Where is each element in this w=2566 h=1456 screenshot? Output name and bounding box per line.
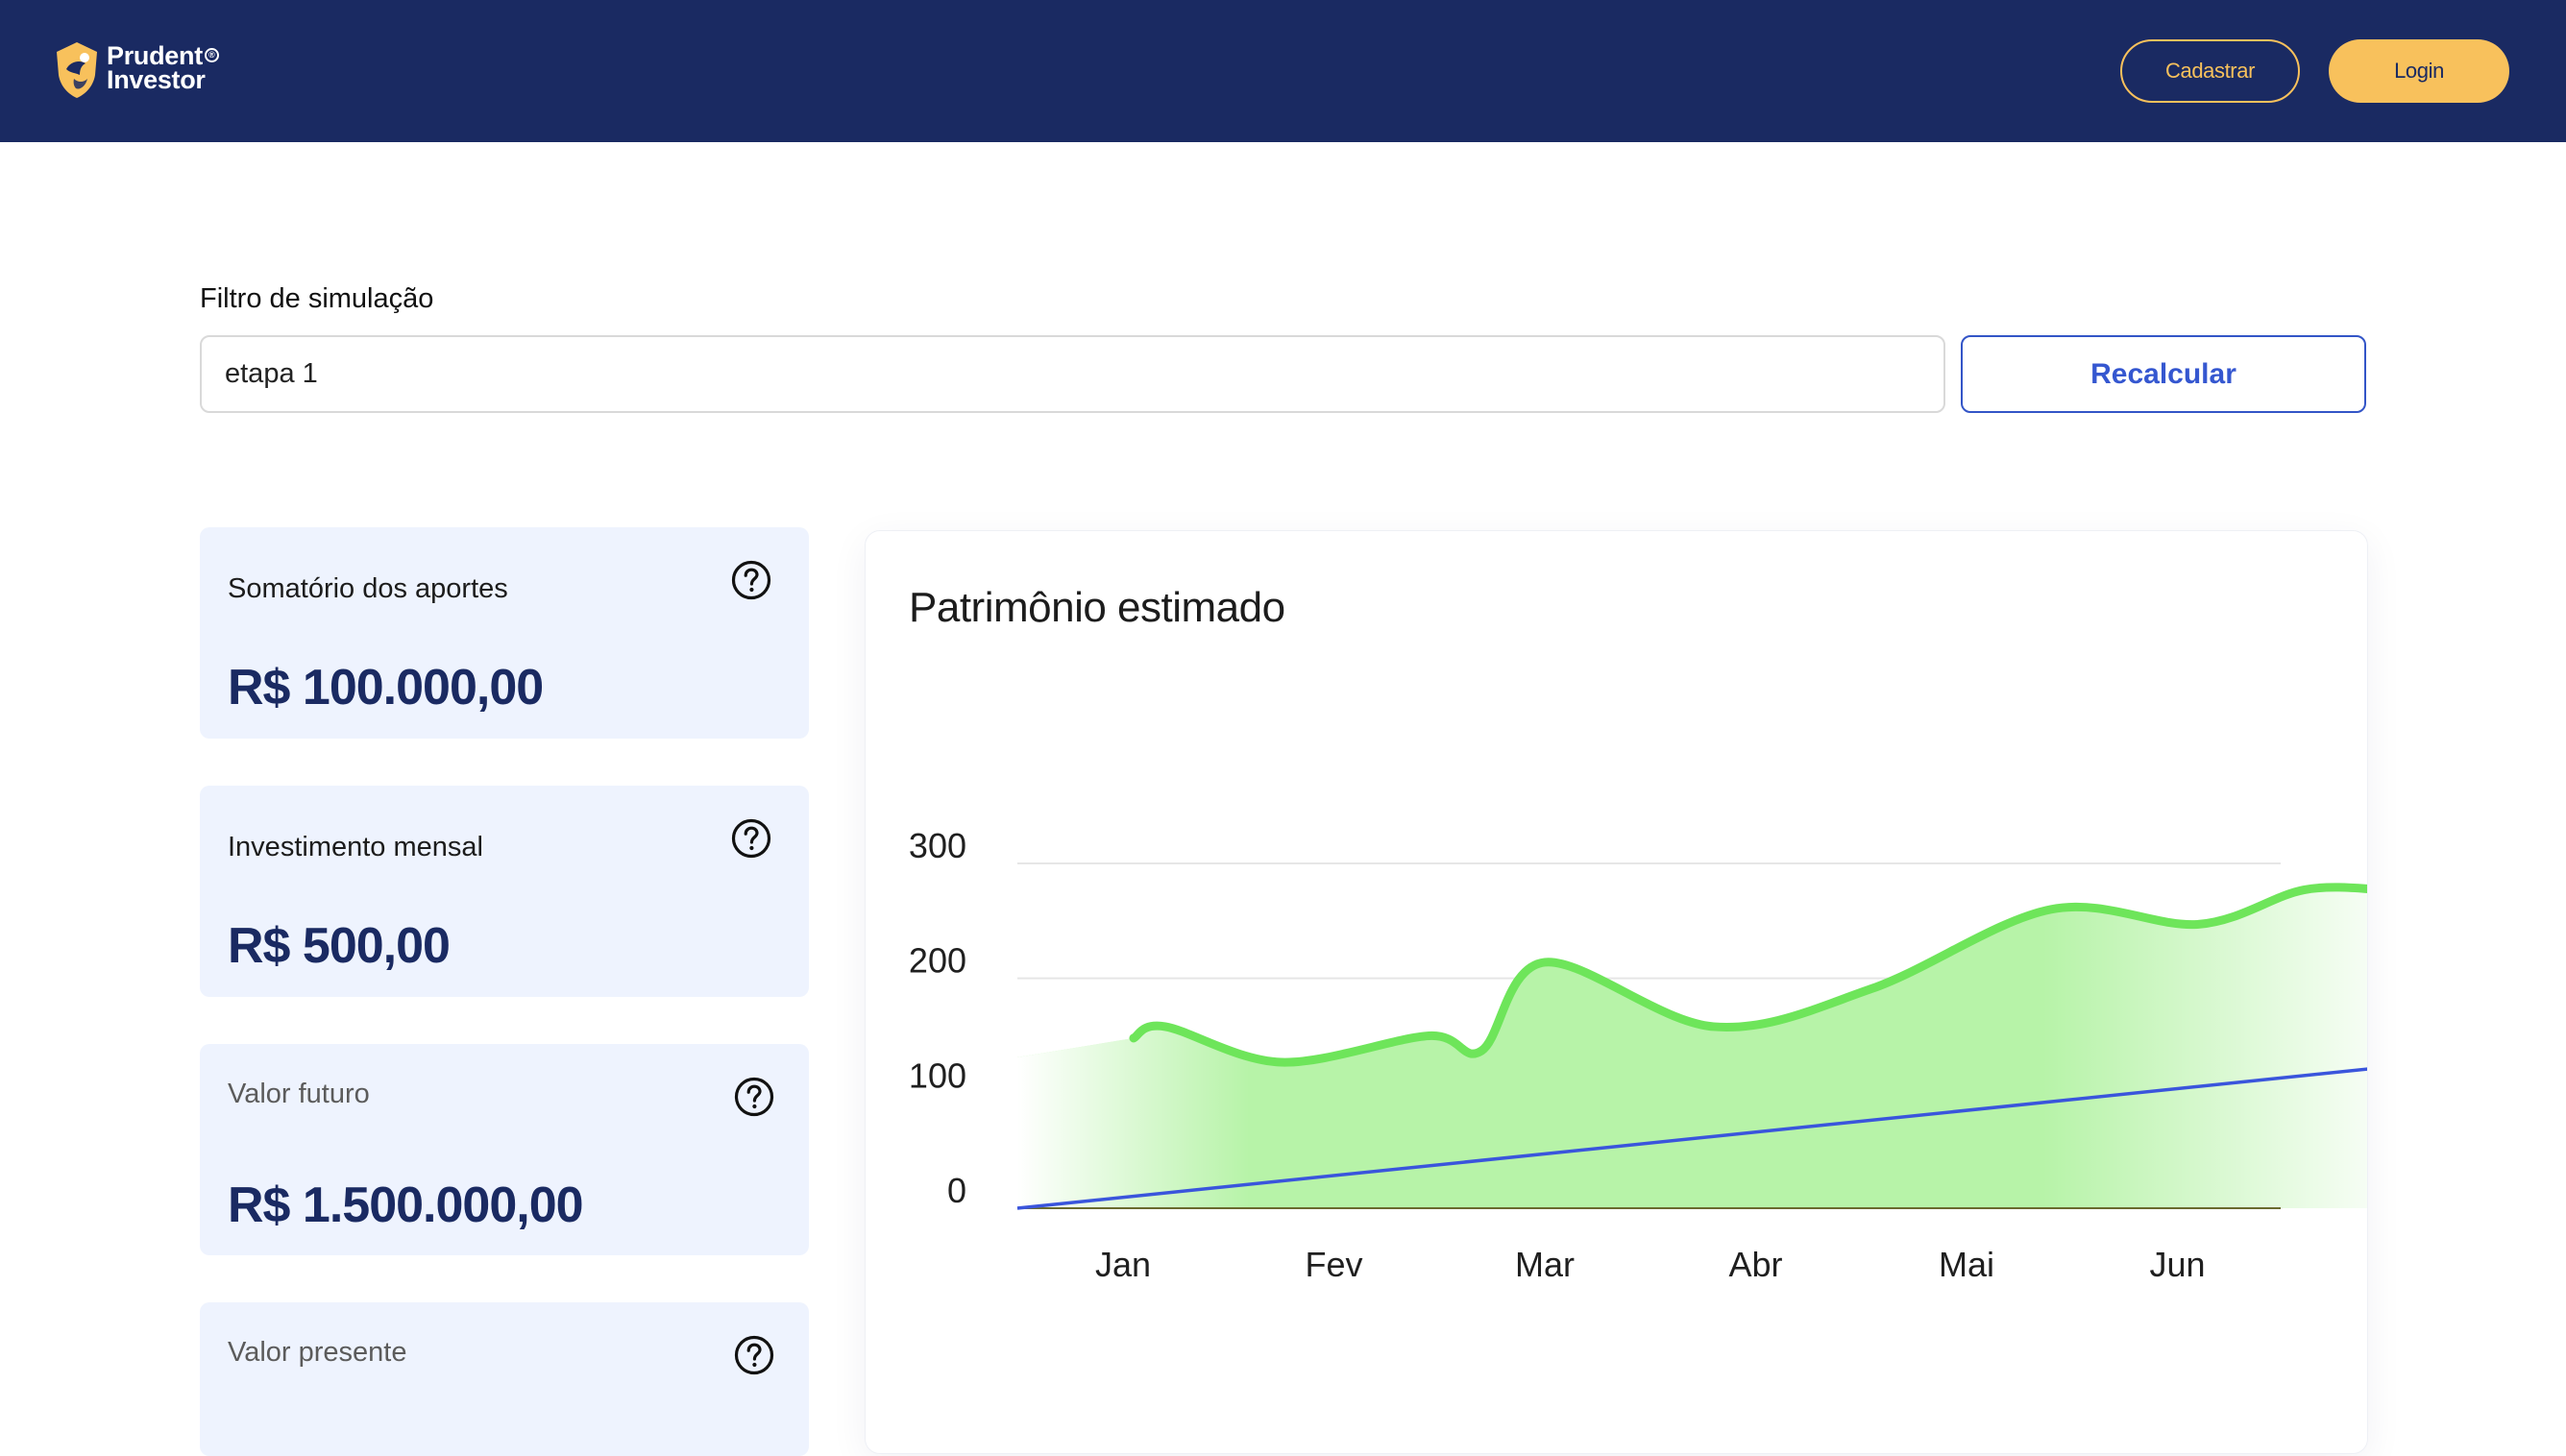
card-label: Somatório dos aportes: [228, 573, 508, 604]
x-tick-label: Mar: [1515, 1245, 1575, 1284]
card-value: R$ 500,00: [228, 918, 451, 974]
stat-card-monthly-investment: Investimento mensal R$ 500,00: [200, 786, 809, 997]
stat-card-future-value: Valor futuro R$ 1.500.000,00: [200, 1044, 809, 1255]
help-circle-icon[interactable]: [734, 1077, 774, 1117]
x-tick-label: Fev: [1305, 1245, 1362, 1284]
chart-card: Patrimônio estimado 0 100 200 300 Jan Fev Mar A…: [865, 530, 2368, 1454]
y-tick-label: 0: [947, 1171, 966, 1210]
card-value: R$ 100.000,00: [228, 660, 544, 716]
card-value: R$ 1.500.000,00: [228, 1177, 584, 1233]
stat-card-present-value: Valor presente: [200, 1302, 809, 1456]
card-label: Valor presente: [228, 1337, 407, 1368]
logo-line-2: Investor: [107, 65, 206, 94]
help-circle-icon[interactable]: [731, 818, 771, 859]
card-label: Investimento mensal: [228, 832, 483, 862]
login-button[interactable]: Login: [2329, 39, 2509, 103]
x-tick-label: Abr: [1728, 1245, 1782, 1284]
registered-mark: ®: [205, 48, 219, 62]
estimated-wealth-chart: 0 100 200 300 Jan Fev Mar Abr Mai Jun: [909, 826, 2367, 1284]
x-tick-label: Jan: [1095, 1245, 1151, 1284]
y-tick-label: 100: [909, 1056, 966, 1095]
card-label: Valor futuro: [228, 1079, 370, 1109]
brand-logo[interactable]: Prudent Investor ®: [53, 40, 235, 102]
logo-wordmark: Prudent Investor: [107, 43, 206, 94]
stat-card-total-contributions: Somatório dos aportes R$ 100.000,00: [200, 527, 809, 739]
help-circle-icon[interactable]: [731, 560, 771, 600]
help-circle-icon[interactable]: [734, 1335, 774, 1375]
x-tick-label: Mai: [1939, 1245, 1994, 1284]
top-navbar: Prudent Investor ® Cadastrar Login: [0, 0, 2566, 142]
simulation-filter-input[interactable]: [200, 335, 1945, 413]
y-tick-label: 200: [909, 941, 966, 981]
logo-shield-icon: [57, 42, 97, 98]
signup-button[interactable]: Cadastrar: [2120, 39, 2300, 103]
filter-label: Filtro de simulação: [200, 283, 434, 314]
y-tick-label: 300: [909, 826, 966, 865]
x-tick-label: Jun: [2149, 1245, 2205, 1284]
recalculate-button[interactable]: Recalcular: [1961, 335, 2366, 413]
